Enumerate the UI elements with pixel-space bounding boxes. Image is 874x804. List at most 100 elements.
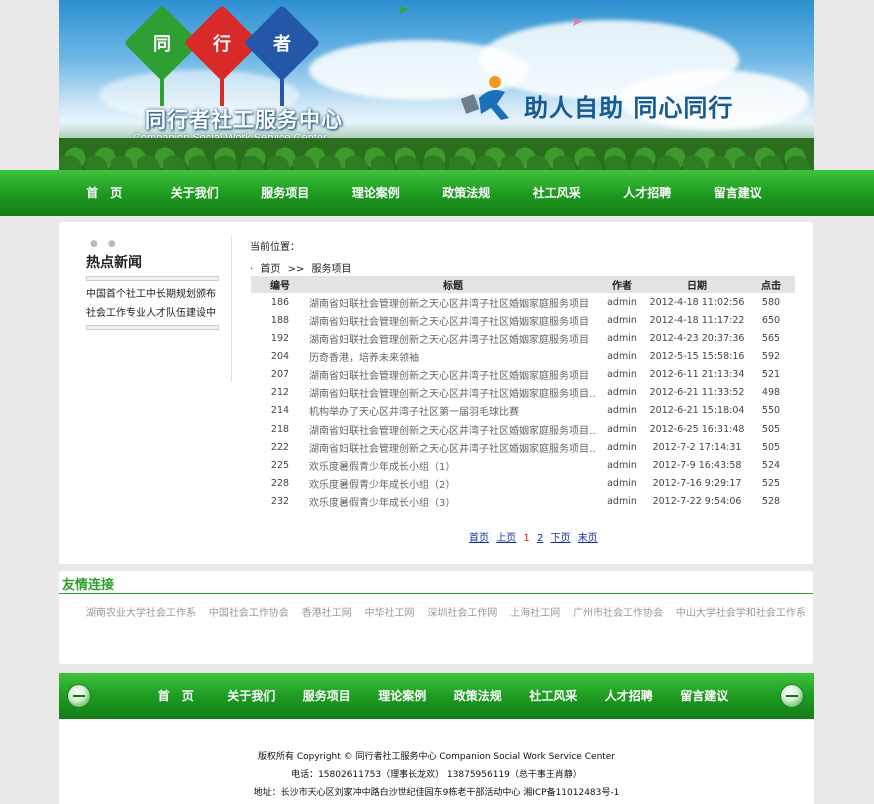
cell-clicks: 592 — [761, 350, 781, 362]
nav-feedback[interactable]: 留言建议 — [693, 170, 784, 216]
decor-dots: ●● — [90, 239, 126, 249]
content-panel: ●● 热点新闻 中国首个社工中长期规划颁布 … 社会工作专业人才队伍建设中 … … — [59, 222, 813, 564]
cell-title[interactable]: 欢乐度暑假青少年成长小组（1） — [309, 456, 597, 474]
cell-title[interactable]: 湖南省妇联社会管理创新之天心区井湾子社区婚姻家庭服务项目… — [309, 420, 597, 438]
cell-title[interactable]: 湖南省妇联社会管理创新之天心区井湾子社区婚姻家庭服务项目 — [309, 366, 597, 384]
hot-news-item[interactable]: 社会工作专业人才队伍建设中 … — [86, 304, 219, 323]
cell-date: 2012-5-15 15:58:16 — [649, 350, 745, 362]
page-first[interactable]: 首页 — [469, 533, 489, 544]
cell-clicks: 521 — [761, 369, 781, 381]
cell-clicks: 524 — [761, 459, 781, 471]
footer-nav-jobs[interactable]: 人才招聘 — [591, 673, 667, 719]
page-2[interactable]: 2 — [537, 533, 543, 544]
cell-id: 222 — [270, 441, 290, 453]
breadcrumb-home[interactable]: 首页 — [260, 264, 280, 275]
footer-nav-about[interactable]: 关于我们 — [214, 673, 290, 719]
orb-right-icon — [780, 684, 804, 708]
cell-clicks: 525 — [761, 477, 781, 489]
cell-clicks: 565 — [761, 332, 781, 344]
footer-nav-feedback[interactable]: 留言建议 — [667, 673, 743, 719]
table-header: 编号 标题 作者 日期 点击 — [251, 276, 795, 293]
col-clicks: 点击 — [747, 276, 795, 293]
friend-link[interactable]: 中山大学社会学和社会工作系 — [676, 604, 806, 619]
nav-cases[interactable]: 理论案例 — [331, 170, 422, 216]
cell-title[interactable]: 机构举办了天心区井湾子社区第一届羽毛球比赛 — [309, 402, 597, 420]
table-row: 214 机构举办了天心区井湾子社区第一届羽毛球比赛 admin 2012-6-21 1… — [251, 402, 795, 420]
friend-link[interactable]: 上海社工网 — [510, 604, 560, 619]
breadcrumb-current: 服务项目 — [311, 264, 352, 275]
footer-nav-cases[interactable]: 理论案例 — [365, 673, 441, 719]
orb-left-icon — [67, 684, 91, 708]
friend-links-list: 湖南农业大学社会工作系 中国社会工作协会 香港社工网 中华社工网 深圳社会工作网… — [86, 604, 806, 619]
friend-link[interactable]: 中华社工网 — [365, 604, 415, 619]
cell-author: admin — [607, 350, 637, 362]
cell-title[interactable]: 湖南省妇联社会管理创新之天心区井湾子社区婚姻家庭服务项目… — [309, 384, 597, 402]
table-row: 204 历奇香港，培养未来领袖 admin 2012-5-15 15:58:16 592 — [251, 347, 795, 365]
breadcrumb-separator: >> — [287, 264, 305, 275]
cell-title[interactable]: 湖南省妇联社会管理创新之天心区井湾子社区婚姻家庭服务项目 — [309, 329, 597, 347]
cell-title[interactable]: 欢乐度暑假青少年成长小组（3） — [309, 493, 597, 511]
cell-author: admin — [607, 441, 637, 453]
cell-author: admin — [607, 332, 637, 344]
nav-jobs[interactable]: 人才招聘 — [602, 170, 693, 216]
contact-phone: 电话：15802611753（理事长龙欢） 13875956119（总干事王肖静… — [291, 770, 582, 780]
cell-date: 2012-4-18 11:02:56 — [649, 296, 745, 308]
page-last[interactable]: 末页 — [578, 533, 598, 544]
location-label: 当前位置： — [250, 242, 300, 253]
col-author: 作者 — [597, 276, 647, 293]
friend-link[interactable]: 深圳社会工作网 — [427, 604, 497, 619]
cell-date: 2012-6-11 21:13:34 — [649, 369, 745, 381]
cell-title[interactable]: 历奇香港，培养未来领袖 — [309, 347, 597, 365]
cell-title[interactable]: 湖南省妇联社会管理创新之天心区井湾子社区婚姻家庭服务项目 — [309, 311, 597, 329]
nav-about[interactable]: 关于我们 — [150, 170, 241, 216]
friend-link[interactable]: 广州市社会工作协会 — [573, 604, 663, 619]
hot-news-item[interactable]: 中国首个社工中长期规划颁布 … — [86, 285, 219, 304]
page-next[interactable]: 下页 — [551, 533, 571, 544]
slogan: 助人自助 同心同行 — [524, 94, 734, 122]
cell-author: admin — [607, 387, 637, 399]
friend-links-title: 友情连接 — [62, 578, 115, 593]
footer-nav: 首 页 关于我们 服务项目 理论案例 政策法规 社工风采 人才招聘 留言建议 — [59, 673, 814, 719]
hot-news-title: 热点新闻 — [86, 255, 142, 271]
footer-nav-home[interactable]: 首 页 — [138, 673, 214, 719]
hot-news-divider — [86, 325, 219, 330]
cell-date: 2012-6-25 16:31:48 — [649, 423, 745, 435]
paper-plane-icon: ➤ — [397, 2, 409, 18]
cell-date: 2012-6-21 11:33:52 — [649, 387, 745, 399]
friend-link[interactable]: 中国社会工作协会 — [209, 604, 289, 619]
nav-policy[interactable]: 政策法规 — [421, 170, 512, 216]
cell-author: admin — [607, 369, 637, 381]
cell-title[interactable]: 湖南省妇联社会管理创新之天心区井湾子社区婚姻家庭服务项目… — [309, 438, 597, 456]
nav-home[interactable]: 首 页 — [59, 170, 150, 216]
hot-news-divider — [86, 276, 219, 281]
nav-style[interactable]: 社工风采 — [512, 170, 603, 216]
cell-id: 228 — [270, 477, 290, 489]
cell-date: 2012-7-2 17:14:31 — [652, 441, 742, 453]
cell-id: 207 — [270, 369, 290, 381]
cell-date: 2012-7-9 16:43:58 — [652, 459, 742, 471]
cell-clicks: 498 — [761, 387, 781, 399]
nav-services[interactable]: 服务项目 — [240, 170, 331, 216]
cell-author: admin — [607, 477, 637, 489]
logo-kite-2: 行 — [183, 4, 261, 108]
page-1[interactable]: 1 — [523, 533, 529, 544]
logo-text-cn: 同行者社工服务中心 — [145, 108, 343, 132]
footer-nav-services[interactable]: 服务项目 — [289, 673, 365, 719]
cell-id: 186 — [270, 296, 290, 308]
footer-nav-style[interactable]: 社工风采 — [516, 673, 592, 719]
footer-nav-policy[interactable]: 政策法规 — [440, 673, 516, 719]
pagination: 首页 上页 1 2 下页 末页 — [469, 529, 602, 544]
page-prev[interactable]: 上页 — [496, 533, 516, 544]
friend-link[interactable]: 湖南农业大学社会工作系 — [86, 604, 196, 619]
hot-news-list: 中国首个社工中长期规划颁布 … 社会工作专业人才队伍建设中 … — [86, 285, 219, 323]
friend-links-divider — [59, 593, 813, 594]
table-row: 192 湖南省妇联社会管理创新之天心区井湾子社区婚姻家庭服务项目 admin 2012… — [251, 329, 795, 347]
cell-title[interactable]: 欢乐度暑假青少年成长小组（2） — [309, 474, 597, 492]
cell-id: 232 — [270, 496, 290, 508]
cell-author: admin — [607, 496, 637, 508]
cell-date: 2012-4-18 11:17:22 — [649, 314, 745, 326]
friend-link[interactable]: 香港社工网 — [302, 604, 352, 619]
table-row: 207 湖南省妇联社会管理创新之天心区井湾子社区婚姻家庭服务项目 admin 2012… — [251, 366, 795, 384]
cell-title[interactable]: 湖南省妇联社会管理创新之天心区井湾子社区婚姻家庭服务项目 — [309, 293, 597, 311]
table-row: 225 欢乐度暑假青少年成长小组（1） admin 2012-7-9 16:43:58… — [251, 456, 795, 474]
